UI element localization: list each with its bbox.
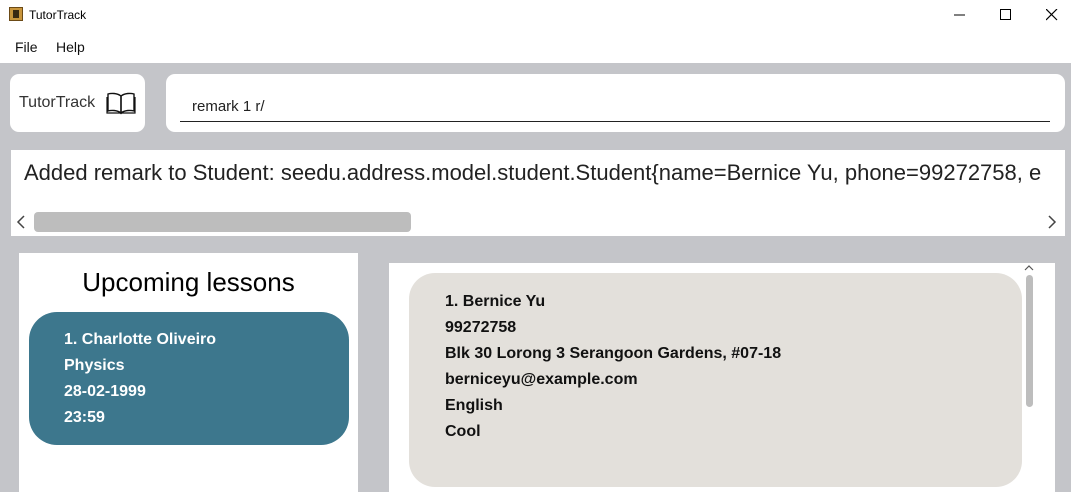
student-subject: English [445,397,503,414]
upcoming-lessons-panel: Upcoming lessons 1. Charlotte Oliveiro P… [19,253,358,492]
lesson-heading: 1. Charlotte Oliveiro [64,331,217,348]
maximize-button[interactable] [983,0,1029,30]
student-phone: 99272758 [445,319,517,336]
lesson-card[interactable]: 1. Charlotte Oliveiro Physics 28-02-1999… [29,312,349,445]
student-remark: Cool [445,423,481,440]
lesson-subject: Physics [64,357,125,374]
scroll-right-icon[interactable] [1047,214,1057,230]
result-display: Added remark to Student: seedu.address.m… [11,150,1065,236]
brand-label: TutorTrack [19,94,96,111]
command-input[interactable] [180,91,1050,122]
student-card[interactable]: 1. Bernice Yu 99272758 Blk 30 Lorong 3 S… [409,273,1022,487]
scroll-up-icon[interactable] [1023,263,1035,273]
title-bar: TutorTrack [0,0,1071,30]
lesson-time: 23:59 [64,409,105,426]
maximize-icon [1000,9,1011,20]
vertical-scrollbar-thumb[interactable] [1026,275,1033,407]
lesson-date: 28-02-1999 [64,383,146,400]
command-box [166,74,1065,132]
book-icon [106,92,136,115]
horizontal-scrollbar-thumb[interactable] [34,212,411,232]
close-button[interactable] [1029,0,1071,30]
close-icon [1046,9,1058,21]
student-address: Blk 30 Lorong 3 Serangoon Gardens, #07-1… [445,345,782,362]
student-heading: 1. Bernice Yu [445,293,546,310]
window-title: TutorTrack [29,8,87,22]
scroll-left-icon[interactable] [16,214,26,230]
student-email: berniceyu@example.com [445,371,638,388]
app-icon [9,7,23,21]
minimize-icon [954,14,965,16]
menu-bar: File Help [0,30,1071,63]
lessons-title: Upcoming lessons [82,267,295,297]
result-text: Added remark to Student: seedu.address.m… [24,160,1042,185]
menu-help[interactable]: Help [56,39,85,55]
student-list-panel: 1. Bernice Yu 99272758 Blk 30 Lorong 3 S… [389,263,1055,492]
menu-file[interactable]: File [15,39,38,55]
minimize-button[interactable] [937,0,983,30]
brand-panel: TutorTrack [10,74,145,132]
